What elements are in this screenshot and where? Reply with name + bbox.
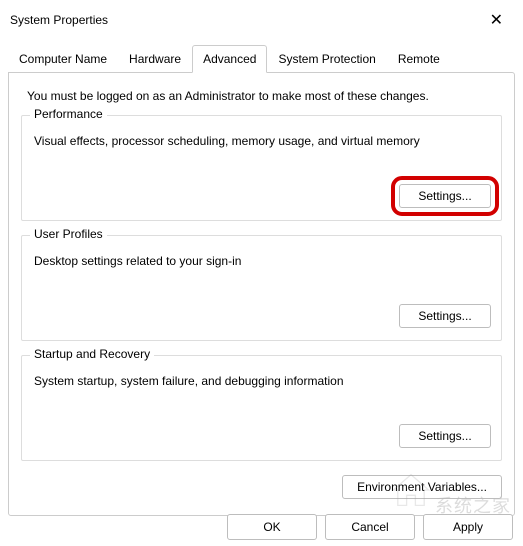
group-performance-desc: Visual effects, processor scheduling, me… [34,134,491,148]
admin-notice: You must be logged on as an Administrato… [27,89,498,103]
group-startup-recovery-desc: System startup, system failure, and debu… [34,374,491,388]
group-performance-legend: Performance [30,107,107,121]
user-profiles-settings-button[interactable]: Settings... [399,304,491,328]
environment-variables-button[interactable]: Environment Variables... [342,475,502,499]
tab-hardware[interactable]: Hardware [118,45,192,73]
tabstrip: Computer Name Hardware Advanced System P… [0,36,523,72]
startup-recovery-settings-button[interactable]: Settings... [399,424,491,448]
tab-advanced[interactable]: Advanced [192,45,267,73]
performance-settings-button[interactable]: Settings... [399,184,491,208]
group-user-profiles-legend: User Profiles [30,227,107,241]
group-startup-recovery-legend: Startup and Recovery [30,347,154,361]
tab-panel-advanced: You must be logged on as an Administrato… [8,72,515,516]
tab-computer-name[interactable]: Computer Name [8,45,118,73]
tab-system-protection[interactable]: System Protection [267,45,386,73]
window-title: System Properties [10,13,108,27]
cancel-button[interactable]: Cancel [325,514,415,540]
group-startup-recovery: Startup and Recovery System startup, sys… [21,355,502,461]
titlebar: System Properties ✕ [0,0,523,36]
group-user-profiles: User Profiles Desktop settings related t… [21,235,502,341]
ok-button[interactable]: OK [227,514,317,540]
close-icon[interactable]: ✕ [484,8,509,32]
apply-button[interactable]: Apply [423,514,513,540]
group-user-profiles-desc: Desktop settings related to your sign-in [34,254,491,268]
group-performance: Performance Visual effects, processor sc… [21,115,502,221]
dialog-buttons: OK Cancel Apply [227,514,513,540]
tab-remote[interactable]: Remote [387,45,451,73]
